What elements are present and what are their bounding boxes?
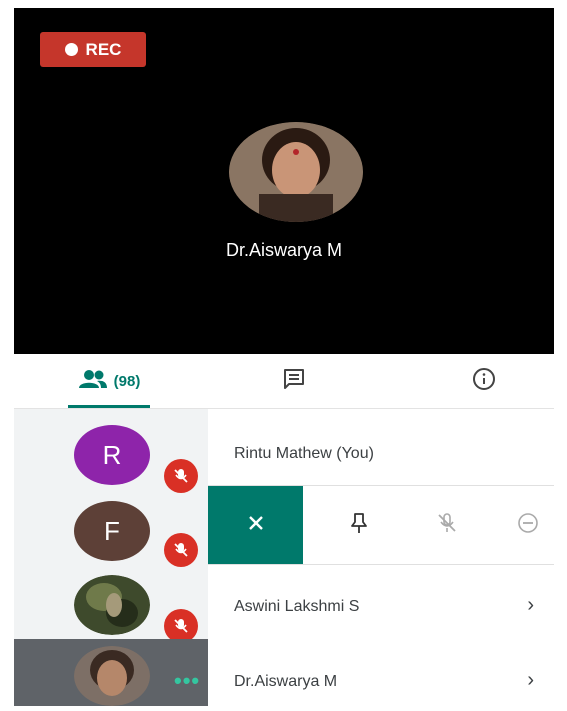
more-options-icon[interactable]: ••• [174, 668, 200, 694]
mic-off-icon [164, 459, 198, 493]
mic-off-icon [164, 609, 198, 643]
remove-circle-icon [516, 511, 540, 540]
info-icon [472, 367, 496, 396]
chevron-right-icon[interactable]: › [527, 594, 534, 617]
participant-avatar-wrap: R [74, 425, 150, 485]
record-dot-icon [64, 43, 78, 56]
people-icon [78, 369, 108, 393]
avatar-photo [74, 646, 150, 706]
close-actions-button[interactable] [208, 486, 303, 564]
tab-chat[interactable] [254, 354, 334, 408]
pin-button[interactable] [324, 486, 394, 564]
pin-icon [348, 511, 370, 540]
chevron-right-icon[interactable]: › [527, 669, 534, 692]
tab-people[interactable]: (98) [54, 354, 164, 408]
close-icon [246, 513, 266, 538]
avatar: R [74, 425, 150, 485]
participant-avatar-wrap [74, 575, 150, 635]
mic-off-icon [164, 533, 198, 567]
tab-info[interactable] [434, 354, 534, 408]
mic-off-icon [435, 511, 459, 540]
people-count: (98) [113, 372, 141, 390]
remove-participant-button[interactable] [493, 486, 554, 564]
recording-badge: REC [40, 32, 146, 67]
speaker-avatar [229, 122, 363, 222]
video-stage: REC Dr.Aiswarya M [14, 8, 554, 354]
speaker-name: Dr.Aiswarya M [225, 240, 342, 260]
avatar-photo [74, 575, 150, 635]
mute-participant-button[interactable] [412, 486, 482, 564]
participant-avatars: R F [14, 409, 208, 706]
participant-actions [208, 485, 554, 565]
chat-icon [282, 367, 306, 396]
participant-name[interactable]: Rintu Mathew (You) [234, 445, 374, 463]
recording-label: REC [85, 39, 122, 59]
participant-avatar-wrap: F [74, 501, 150, 561]
avatar: F [74, 501, 150, 561]
panel-tabs: (98) [14, 354, 554, 409]
participant-name[interactable]: Aswini Lakshmi S [234, 598, 359, 616]
participant-name[interactable]: Dr.Aiswarya M [234, 673, 337, 691]
meeting-screen: REC Dr.Aiswarya M (98) R F ••• Rintu Mat… [14, 8, 554, 706]
